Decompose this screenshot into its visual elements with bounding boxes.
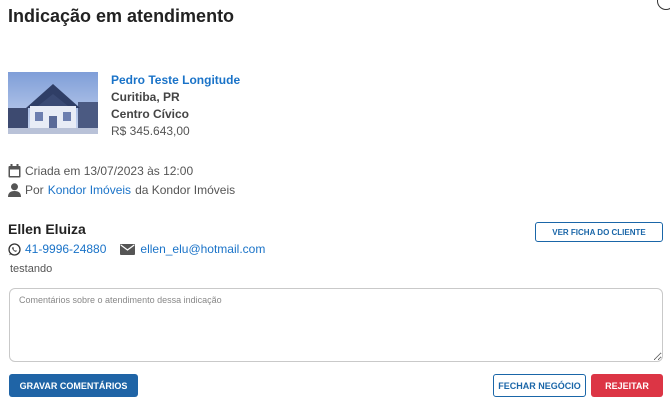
property-thumbnail[interactable] xyxy=(8,72,98,134)
comment-textarea[interactable] xyxy=(9,288,663,362)
client-note: testando xyxy=(10,263,53,275)
whatsapp-icon xyxy=(8,242,21,256)
property-card: Pedro Teste Longitude Curitiba, PR Centr… xyxy=(8,72,240,140)
close-deal-button[interactable]: Fechar negócio xyxy=(493,374,586,397)
client-name: Ellen Eluiza xyxy=(8,221,86,237)
agency-suffix: da Kondor Imóveis xyxy=(135,183,236,197)
client-email-link[interactable]: ellen_elu@hotmail.com xyxy=(140,242,265,256)
close-icon[interactable] xyxy=(657,0,670,10)
client-contacts: 41-9996-24880 ellen_elu@hotmail.com xyxy=(8,242,265,256)
property-city: Curitiba, PR xyxy=(111,90,180,104)
created-row: Criada em 13/07/2023 às 12:00 xyxy=(8,164,193,178)
view-client-button[interactable]: Ver ficha do cliente xyxy=(535,222,663,242)
save-comments-button[interactable]: Gravar comentários xyxy=(9,374,138,397)
page-title: Indicação em atendimento xyxy=(8,6,235,26)
by-prefix: Por xyxy=(25,183,44,197)
client-phone-link[interactable]: 41-9996-24880 xyxy=(25,242,106,256)
user-icon xyxy=(8,183,21,197)
calendar-icon xyxy=(8,164,21,178)
created-date: Criada em 13/07/2023 às 12:00 xyxy=(25,164,194,178)
created-by-row: Por Kondor Imóveis da Kondor Imóveis xyxy=(8,183,235,197)
property-district: Centro Cívico xyxy=(111,107,190,121)
reject-button[interactable]: Rejeitar xyxy=(591,374,663,397)
property-name-link[interactable]: Pedro Teste Longitude xyxy=(111,72,240,89)
envelope-icon xyxy=(120,243,136,255)
agent-link[interactable]: Kondor Imóveis xyxy=(48,183,131,197)
property-price: R$ 345.643,00 xyxy=(111,124,190,138)
